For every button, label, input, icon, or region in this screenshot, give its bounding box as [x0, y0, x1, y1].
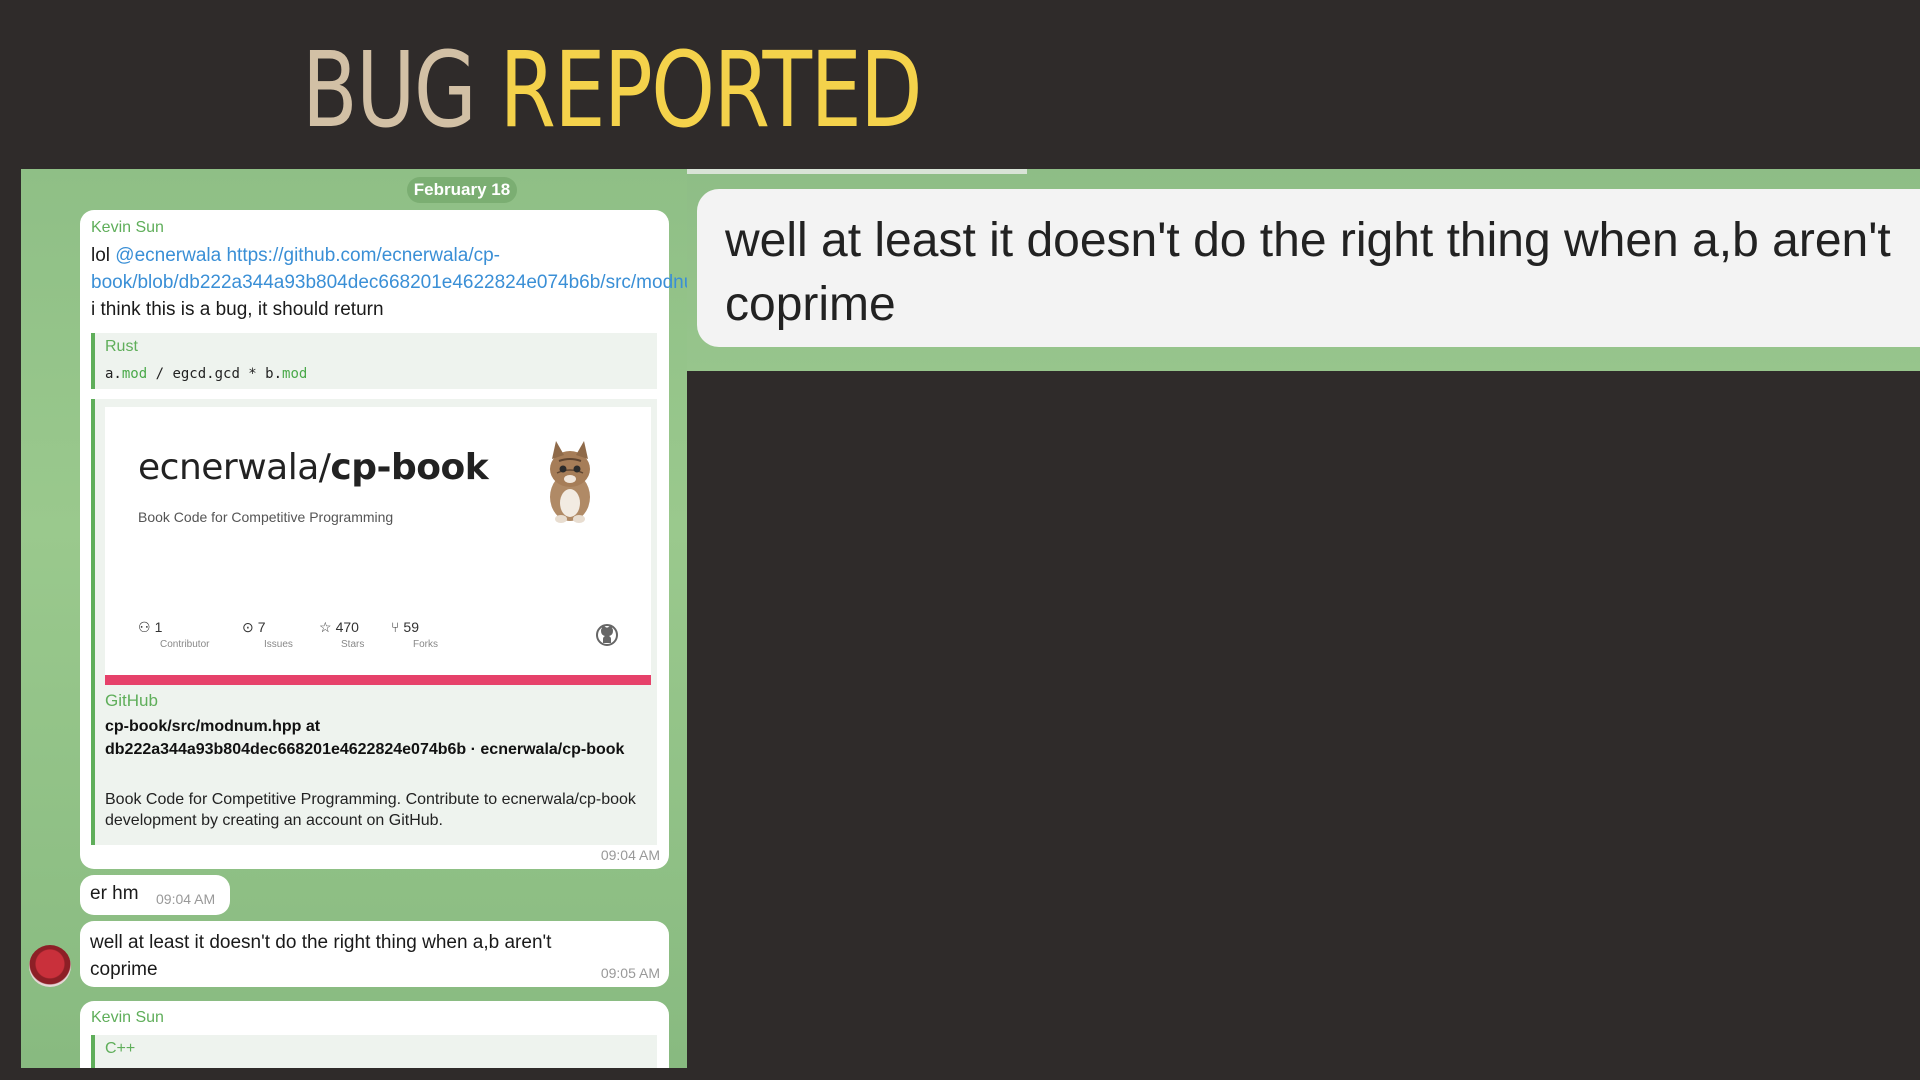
stat-stars: ☆ 470 Stars — [319, 619, 364, 650]
zoomed-message-panel: well at least it doesn't do the right th… — [687, 169, 1920, 371]
fork-icon: ⑂ — [391, 619, 400, 635]
stat-forks: ⑂ 59 Forks — [391, 619, 438, 650]
message-bubble-coprime[interactable]: well at least it doesn't do the right th… — [80, 921, 669, 987]
stat-contributors: ⚇ 1 Contributor — [138, 619, 209, 650]
repo-title: ecnerwala/cp-book — [138, 447, 489, 488]
stat-value: 7 — [257, 619, 266, 635]
message-text-suffix: i think this is a bug, it should return — [91, 299, 384, 320]
preview-source: GitHub — [105, 691, 158, 710]
zoomed-message-text: well at least it doesn't do the right th… — [725, 214, 1891, 331]
link-preview[interactable]: ecnerwala/cp-book Book Code for Competit… — [91, 399, 657, 845]
code-language-label: C++ — [105, 1040, 136, 1057]
repo-description: Book Code for Competitive Programming — [138, 509, 394, 525]
previous-bubble-edge — [687, 169, 1027, 174]
preview-title: cp-book/src/modnum.hpp at db222a344a93b8… — [105, 718, 625, 758]
date-separator: February 18 — [407, 177, 517, 203]
code-language-label: Rust — [105, 338, 138, 355]
message-text: lol @ecnerwala https://github.com/ecnerw… — [91, 242, 687, 323]
repo-name: cp-book — [330, 447, 489, 488]
message-timestamp: 09:04 AM — [600, 847, 660, 863]
message-text-prefix: lol — [91, 245, 116, 266]
message-bubble-bug-report[interactable]: Kevin Sun lol @ecnerwala https://github.… — [80, 210, 687, 869]
stat-label: Forks — [413, 639, 438, 650]
github-icon — [596, 624, 618, 646]
repo-card-image[interactable]: ecnerwala/cp-book Book Code for Competit… — [105, 407, 651, 685]
code-block-rust[interactable]: Rust a.mod / egcd.gcd * b.mod — [91, 333, 657, 389]
stat-value: 59 — [403, 619, 419, 635]
message-text: well at least it doesn't do the right th… — [90, 932, 552, 980]
sender-name[interactable]: Kevin Sun — [91, 219, 164, 237]
message-timestamp: 09:05 AM — [600, 965, 660, 981]
title-word-bug: BUG — [302, 29, 477, 151]
stat-label: Issues — [264, 639, 293, 650]
message-text: er hm — [90, 883, 139, 904]
chat-screenshot: February 18 Kevin Sun lol @ecnerwala htt… — [21, 169, 687, 1068]
zoomed-message-bubble: well at least it doesn't do the right th… — [697, 189, 1920, 347]
code-token-keyword: mod — [121, 366, 148, 382]
cat-avatar-icon — [550, 441, 590, 523]
stat-value: 1 — [154, 619, 163, 635]
message-bubble-er-hm[interactable]: er hm 09:04 AM — [80, 875, 230, 915]
slide-title: BUG REPORTED — [302, 29, 923, 151]
message-timestamp: 09:04 AM — [156, 891, 216, 907]
code-token: a. — [105, 366, 122, 382]
code-token: / egcd.gcd * b. — [147, 366, 283, 382]
preview-description: Book Code for Competitive Programming. C… — [105, 791, 636, 829]
sender-name[interactable]: Kevin Sun — [91, 1009, 164, 1027]
code-token-keyword: mod — [282, 366, 308, 382]
stat-label: Stars — [341, 639, 365, 650]
star-icon: ☆ — [319, 619, 332, 635]
stat-label: Contributor — [160, 639, 210, 650]
repo-owner: ecnerwala/ — [138, 447, 331, 488]
stat-value: 470 — [335, 619, 359, 635]
code-line: a.mod / egcd.gcd * b.mod — [105, 366, 307, 382]
mention-link[interactable]: @ecnerwala — [115, 245, 221, 266]
user-avatar[interactable] — [29, 945, 71, 987]
code-block-cpp[interactable]: C++ — [91, 1035, 657, 1068]
message-bubble-cpp-code[interactable]: Kevin Sun C++ — [80, 1001, 669, 1068]
stat-issues: ⊙ 7 Issues — [242, 619, 293, 650]
contributors-icon: ⚇ — [138, 619, 151, 635]
repo-stats: ⚇ 1 Contributor ⊙ 7 Issues ☆ 470 Stars ⑂ 59 … — [138, 619, 618, 659]
title-word-reported: REPORTED — [499, 29, 922, 151]
issues-icon: ⊙ — [242, 619, 254, 635]
